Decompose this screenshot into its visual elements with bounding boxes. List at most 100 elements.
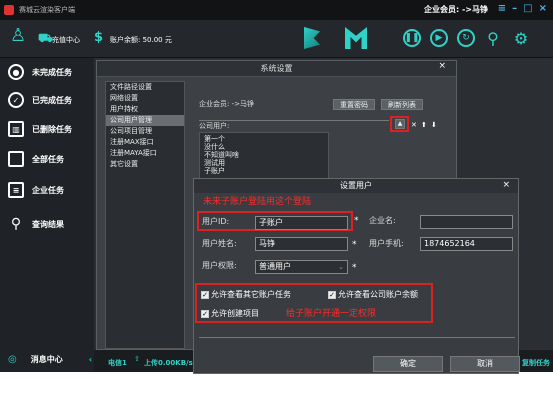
sidebar-item-deleted[interactable]: ▥ 已删除任务 [8,121,72,137]
header-toolbar: ♙ ⛟ 充值中心 $ 账户余额: 50.00 元 ❚❚ ▶ ↻ ⚲ ⚙ [0,20,553,58]
list-icon: ≡ [8,182,24,198]
copy-task-label[interactable]: 复制任务 [522,358,550,368]
network-label: 电信1 [108,359,127,367]
company-label: 企业名: [369,216,396,225]
nav-item[interactable]: 公司项目管理 [106,126,184,137]
list-item[interactable]: 第一个 [204,135,324,143]
reset-password-button[interactable]: 重置密码 [333,99,375,110]
checkbox-label: 允许查看其它账户任务 [211,290,291,299]
required-mark: * [352,240,357,250]
name-field[interactable]: 马铮 [255,237,348,251]
ok-button[interactable]: 确定 [373,356,443,372]
sidebar-item-unfinished[interactable]: ● 未完成任务 [8,64,72,80]
set-user-dialog: 设置用户 × [193,178,519,374]
nav-item[interactable]: 文件路径设置 [106,82,184,93]
3dsmax-icon[interactable] [304,27,320,49]
nav-item[interactable]: 其它设置 [106,159,184,170]
chevron-down-icon: ⌄ [338,263,344,271]
arrow-up-icon[interactable]: ⬆ [421,121,427,129]
annotation-login-hint: 未来子账户登陆用这个登陆 [203,197,312,207]
checkbox-label: 允许创建项目 [211,309,259,318]
close-icon[interactable]: × [539,3,547,14]
check-circle-icon: ✓ [8,92,24,108]
cancel-button[interactable]: 取消 [450,356,520,372]
window-controls: ≡ – □ × [498,3,547,14]
app-logo-icon [4,5,14,15]
user-id-label: 用户ID: [202,217,230,226]
search-icon: ⚲ [10,216,22,232]
trash-icon: ▥ [8,121,24,137]
upload-speed: 上传0.00KB/s [144,359,193,367]
checkbox-checked-icon: ✓ [201,290,209,299]
required-mark: * [354,216,359,226]
sidebar-item-label: 已删除任务 [32,124,72,134]
user-id-field[interactable]: 子账户 [255,216,348,230]
circle-dot-icon: ● [8,64,24,80]
user-icon[interactable]: ♙ [10,25,26,46]
chevron-left-icon[interactable]: ‹ [89,355,92,364]
nav-item[interactable]: 注册MAYA接口 [106,148,184,159]
permission-value: 普通用户 [259,262,291,271]
sidebar-item-label: 未完成任务 [32,67,72,77]
arrow-down-icon[interactable]: ⬇ [431,121,437,129]
sidebar-item-all[interactable]: 全部任务 [8,151,64,167]
file-icon [8,151,24,167]
nav-item-selected[interactable]: 公司用户管理 [106,115,184,126]
settings-nav: 文件路径设置 网络设置 用户持权 公司用户管理 公司项目管理 注册MAX接口 注… [105,81,185,349]
chat-icon: ◎ [8,354,17,365]
nav-item[interactable]: 网络设置 [106,93,184,104]
maya-icon[interactable] [345,27,367,49]
close-icon[interactable]: × [438,61,446,71]
delete-icon[interactable]: ✕ [411,121,417,129]
required-mark: * [352,263,357,273]
checkbox-view-other-tasks[interactable]: ✓ 允许查看其它账户任务 [201,289,291,300]
list-item[interactable]: 没什么 [204,143,324,151]
list-item[interactable]: 不知道叫啥 [204,151,324,159]
permission-label: 用户权限: [202,261,237,270]
cart-icon[interactable]: ⛟ [38,31,53,47]
refresh-list-button[interactable]: 刷新列表 [381,99,423,110]
play-icon[interactable]: ▶ [430,29,448,47]
gear-icon[interactable]: ⚙ [512,29,530,48]
search-icon[interactable]: ⚲ [484,29,502,48]
phone-label: 用户手机: [369,239,404,248]
refresh-icon[interactable]: ↻ [457,29,475,47]
sidebar-item-enterprise[interactable]: ≡ 企业任务 [8,182,64,198]
highlight-box [390,116,409,132]
phone-field[interactable]: 1874652164 [420,237,513,251]
menu-icon[interactable]: ≡ [498,3,506,14]
minimize-icon[interactable]: – [512,3,517,14]
sidebar: ● 未完成任务 ✓ 已完成任务 ▥ 已删除任务 全部任务 ≡ 企业任务 ⚲ 查询… [0,58,94,372]
message-center-label: 消息中心 [30,355,63,364]
dialog-title: 设置用户 [194,179,518,193]
nav-item[interactable]: 用户持权 [106,104,184,115]
user-list: 第一个 没什么 不知道叫啥 测试用 子账户 [199,132,329,180]
permission-select[interactable]: 普通用户 ⌄ [255,260,348,274]
message-center[interactable]: ◎ 消息中心 ‹ [8,354,92,365]
maximize-icon[interactable]: □ [523,3,532,14]
upload-icon: ⇧ [134,355,140,363]
sidebar-item-finished[interactable]: ✓ 已完成任务 [8,92,72,108]
company-field[interactable] [420,215,513,229]
sidebar-item-label: 查询结果 [32,219,64,229]
sidebar-item-results[interactable]: ⚲ 查询结果 [8,216,64,232]
checkbox-create-project[interactable]: ✓ 允许创建项目 [201,308,259,319]
settings-title: 系统设置 [97,61,456,77]
app-title: 赛城云渲染客户端 [19,6,75,14]
list-item[interactable]: 测试用 [204,159,324,167]
close-icon[interactable]: × [502,180,510,190]
checkbox-view-balance[interactable]: ✓ 允许查看公司账户余额 [328,289,418,300]
annotation-permission-hint: 给子账户开通一定权限 [286,309,377,319]
member-label: 企业会员: ->马铮 [199,100,254,108]
sidebar-item-label: 已完成任务 [32,95,72,105]
sidebar-item-label: 企业任务 [32,185,64,195]
wallet-icon: $ [94,30,104,45]
nav-item[interactable]: 注册MAX接口 [106,137,184,148]
checkbox-checked-icon: ✓ [201,309,209,318]
pause-icon[interactable]: ❚❚ [403,29,421,47]
recharge-link[interactable]: 充值中心 [52,35,80,45]
checkbox-label: 允许查看公司账户余额 [338,290,418,299]
sidebar-item-label: 全部任务 [32,154,64,164]
divider [199,337,515,338]
list-item[interactable]: 子账户 [204,167,324,175]
